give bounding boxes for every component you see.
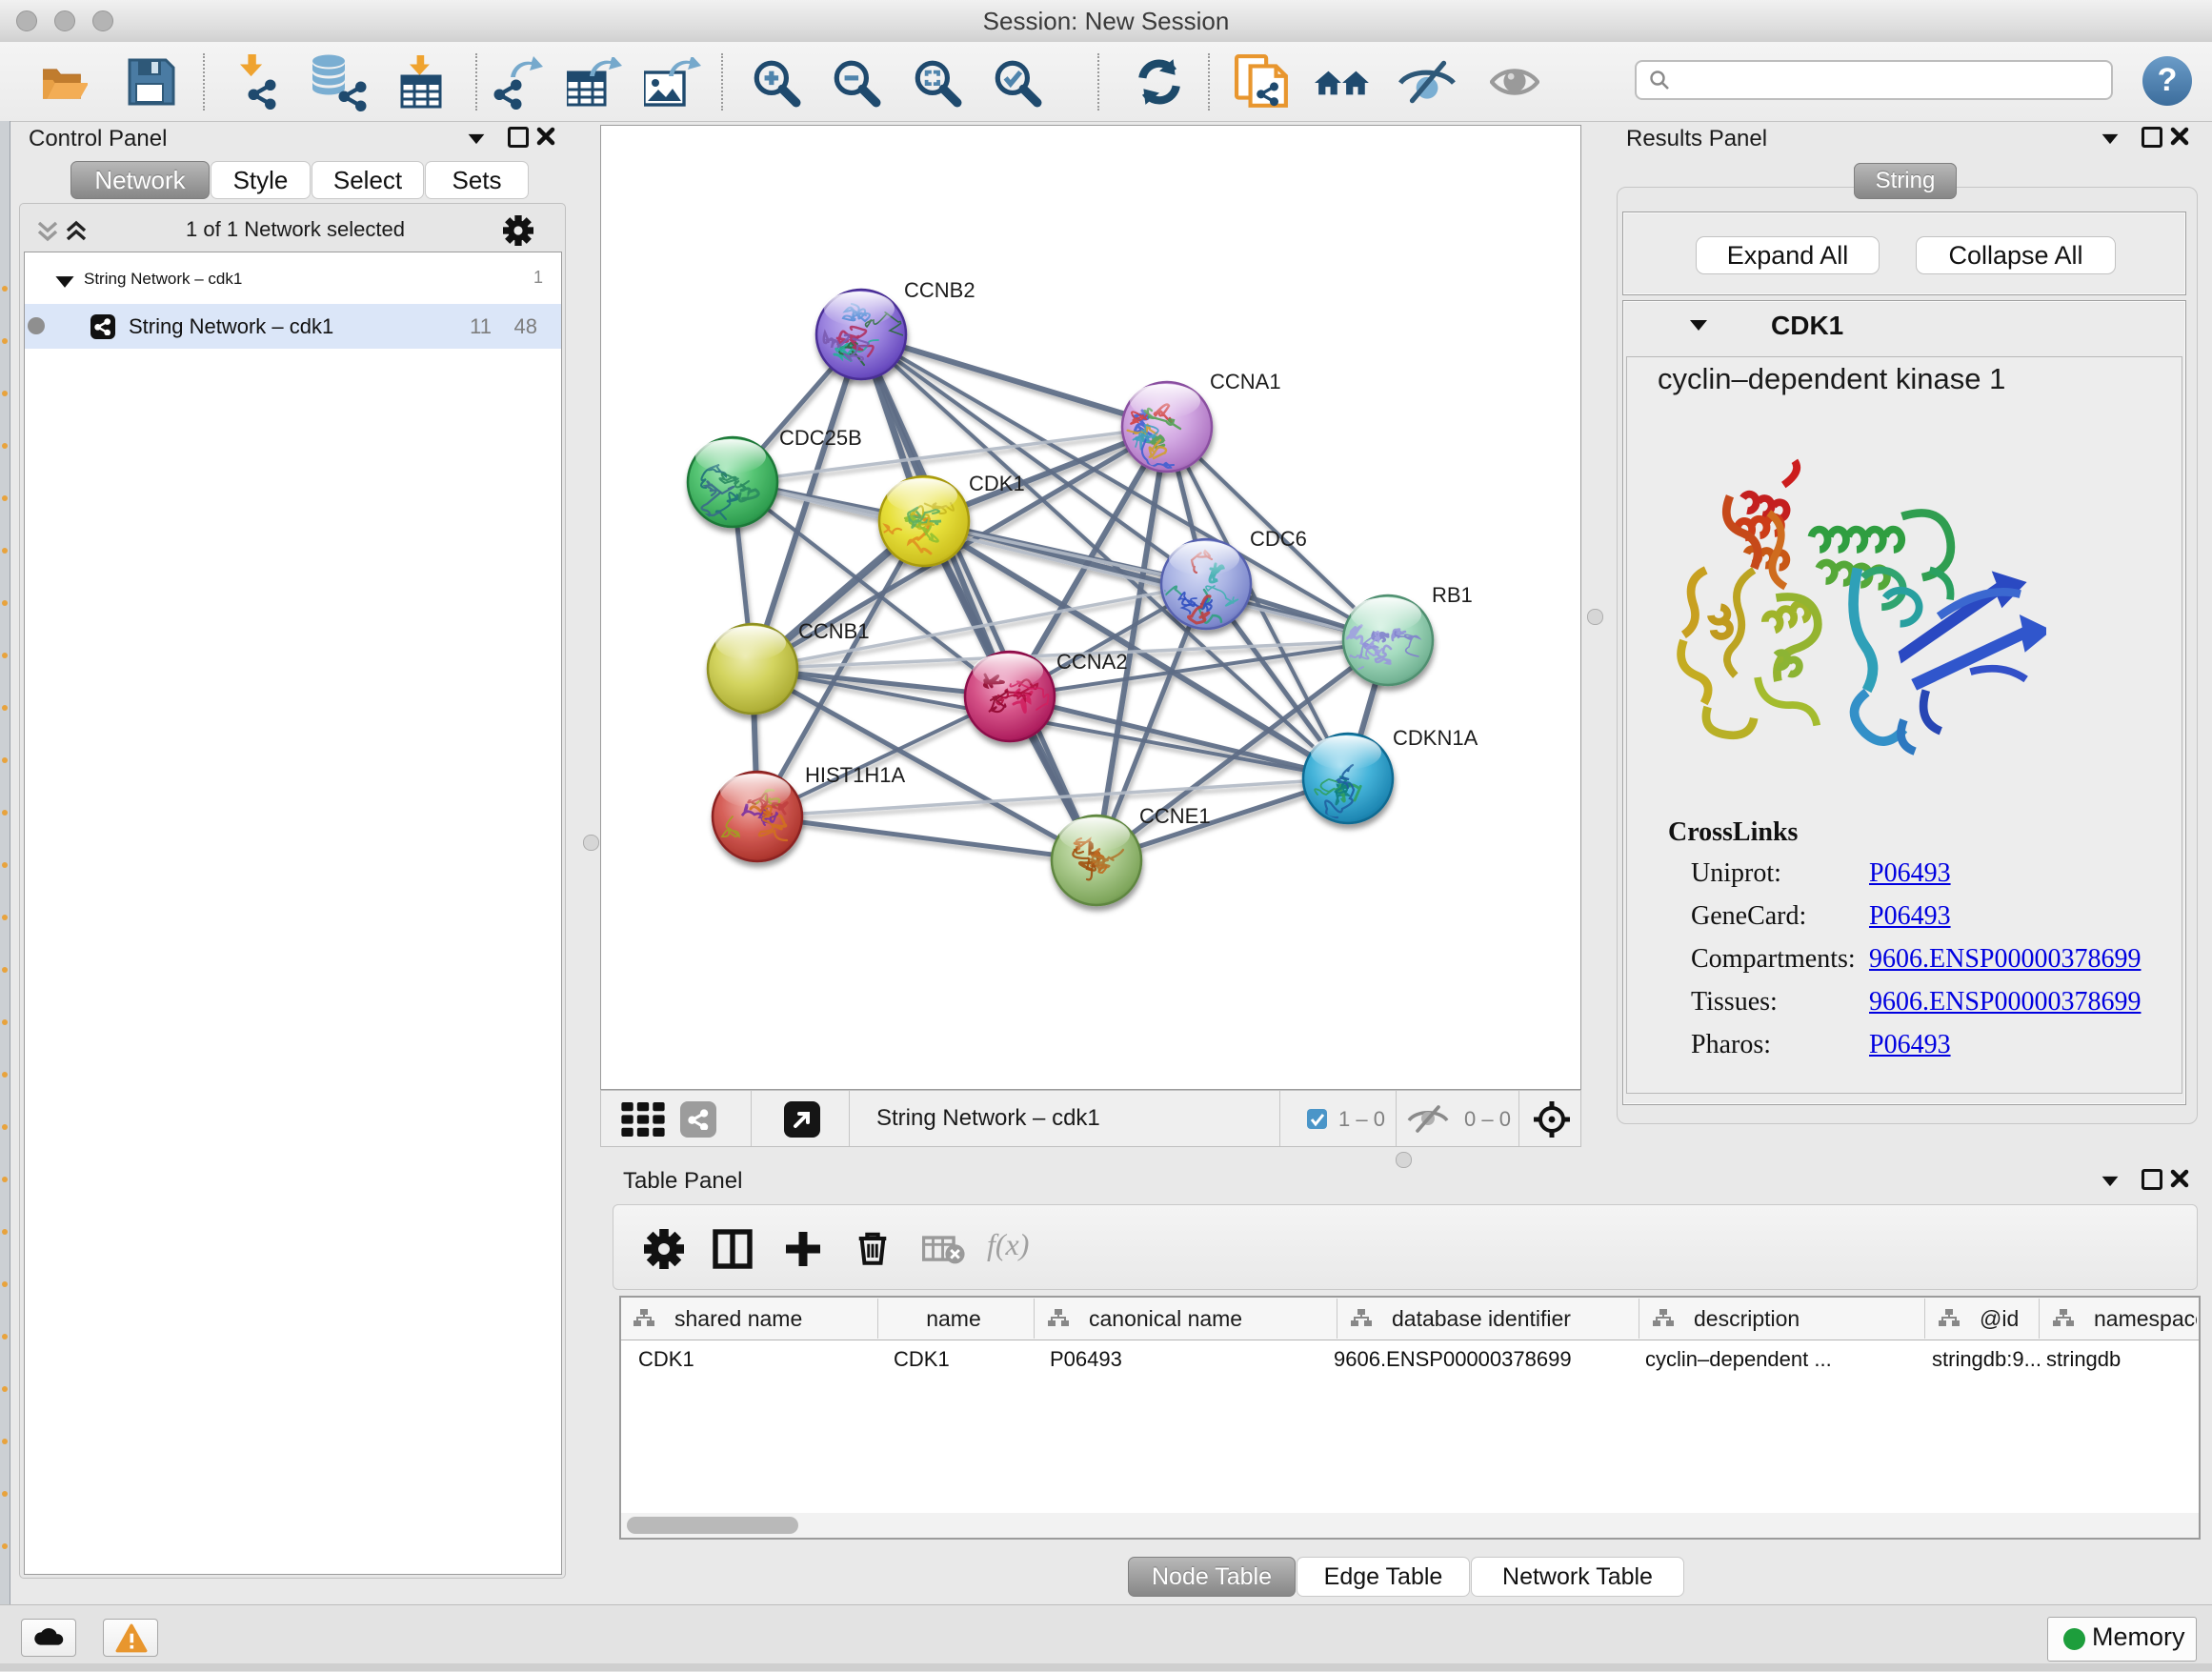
svg-text:CCNA2: CCNA2 — [1056, 650, 1128, 674]
svg-text:CDC6: CDC6 — [1250, 527, 1307, 551]
svg-text:CCNE1: CCNE1 — [1139, 804, 1211, 828]
svg-text:CCNB2: CCNB2 — [904, 278, 975, 302]
svg-text:CDKN1A: CDKN1A — [1393, 726, 1478, 750]
svg-text:CCNA1: CCNA1 — [1210, 370, 1281, 393]
svg-text:HIST1H1A: HIST1H1A — [805, 763, 905, 787]
svg-text:CDK1: CDK1 — [969, 472, 1025, 495]
svg-text:CCNB1: CCNB1 — [798, 619, 870, 643]
svg-text:RB1: RB1 — [1432, 583, 1473, 607]
svg-text:CDC25B: CDC25B — [779, 426, 862, 450]
